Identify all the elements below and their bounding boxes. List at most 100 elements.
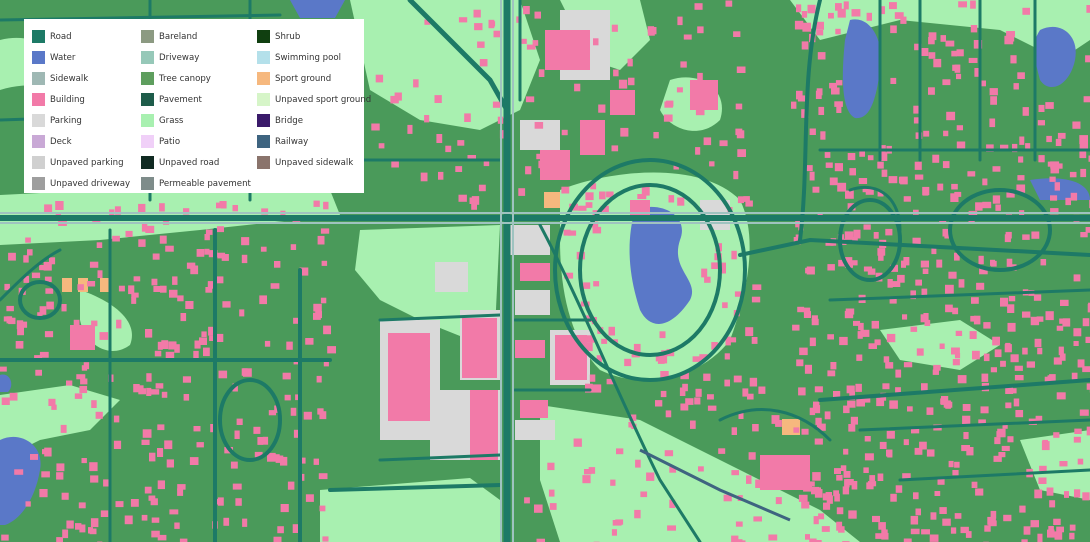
house (1022, 7, 1030, 15)
house (320, 228, 330, 234)
house (1069, 171, 1077, 178)
house (1079, 409, 1089, 416)
house (287, 481, 295, 490)
house (1040, 259, 1047, 266)
house (23, 255, 29, 263)
house (772, 463, 779, 473)
house (473, 9, 481, 18)
house (970, 25, 978, 33)
legend-swatch (257, 135, 270, 148)
house (866, 482, 874, 490)
house (956, 49, 964, 57)
house (1045, 311, 1054, 321)
house (239, 309, 245, 317)
house (968, 57, 978, 63)
house (724, 379, 730, 387)
house (474, 23, 483, 31)
house (745, 327, 754, 337)
house (824, 411, 831, 420)
legend-swatch (32, 51, 45, 64)
house (1050, 195, 1058, 201)
house (598, 104, 606, 113)
house (676, 87, 683, 93)
legend-swatch (257, 93, 270, 106)
house (950, 527, 957, 534)
house (62, 529, 69, 539)
house (843, 448, 849, 455)
house (113, 415, 120, 423)
house (1038, 104, 1045, 112)
house (182, 376, 191, 383)
house (960, 526, 969, 534)
house (274, 261, 281, 268)
house (704, 276, 711, 283)
legend-swatch (141, 114, 154, 127)
house (550, 32, 557, 40)
house (305, 338, 314, 345)
legend-item: Shrub (257, 26, 372, 47)
house (796, 359, 804, 367)
house (286, 341, 293, 350)
house (1049, 176, 1056, 182)
house (303, 411, 312, 420)
house (592, 384, 602, 393)
house (1019, 136, 1025, 145)
house (1037, 347, 1043, 355)
house (851, 9, 861, 17)
house (177, 488, 184, 496)
legend-item: Sidewalk (32, 68, 141, 89)
house (1018, 156, 1024, 163)
house (169, 509, 179, 515)
house (51, 404, 57, 410)
house (812, 405, 821, 414)
house (168, 341, 177, 350)
house (846, 479, 854, 486)
house (1000, 297, 1009, 307)
house (611, 145, 619, 152)
house (801, 428, 809, 435)
house (989, 88, 998, 96)
house (954, 64, 961, 73)
legend-swatch (141, 135, 154, 148)
house (545, 44, 551, 51)
house (812, 472, 821, 481)
house (835, 80, 843, 86)
house (834, 468, 841, 474)
house (885, 228, 893, 236)
house (915, 508, 921, 516)
house (235, 498, 242, 506)
house (1073, 328, 1082, 337)
house (903, 362, 913, 368)
house (144, 486, 152, 494)
house (972, 350, 980, 360)
house (438, 171, 444, 180)
house (624, 358, 632, 367)
house (824, 152, 831, 158)
house (864, 436, 871, 442)
house (521, 38, 527, 44)
house (990, 96, 997, 105)
house (608, 326, 615, 336)
legend-label: Unpaved parking (50, 157, 124, 168)
house (836, 521, 843, 531)
house (863, 224, 871, 230)
house (847, 153, 856, 161)
house (66, 520, 74, 529)
legend-label: Shrub (275, 31, 301, 42)
house (990, 510, 997, 519)
house (924, 319, 931, 326)
house (735, 103, 743, 110)
house (956, 125, 963, 131)
house (737, 149, 746, 157)
house (957, 375, 967, 384)
house (131, 292, 139, 298)
house (775, 497, 782, 505)
legend-item: Bridge (257, 110, 372, 131)
house (99, 332, 109, 340)
house (858, 178, 868, 184)
legend-label: Unpaved sport ground (275, 94, 372, 105)
legend-item: Unpaved sidewalk (257, 152, 372, 173)
legend-label: Unpaved driveway (50, 178, 131, 189)
house (835, 28, 841, 35)
house (46, 301, 54, 310)
